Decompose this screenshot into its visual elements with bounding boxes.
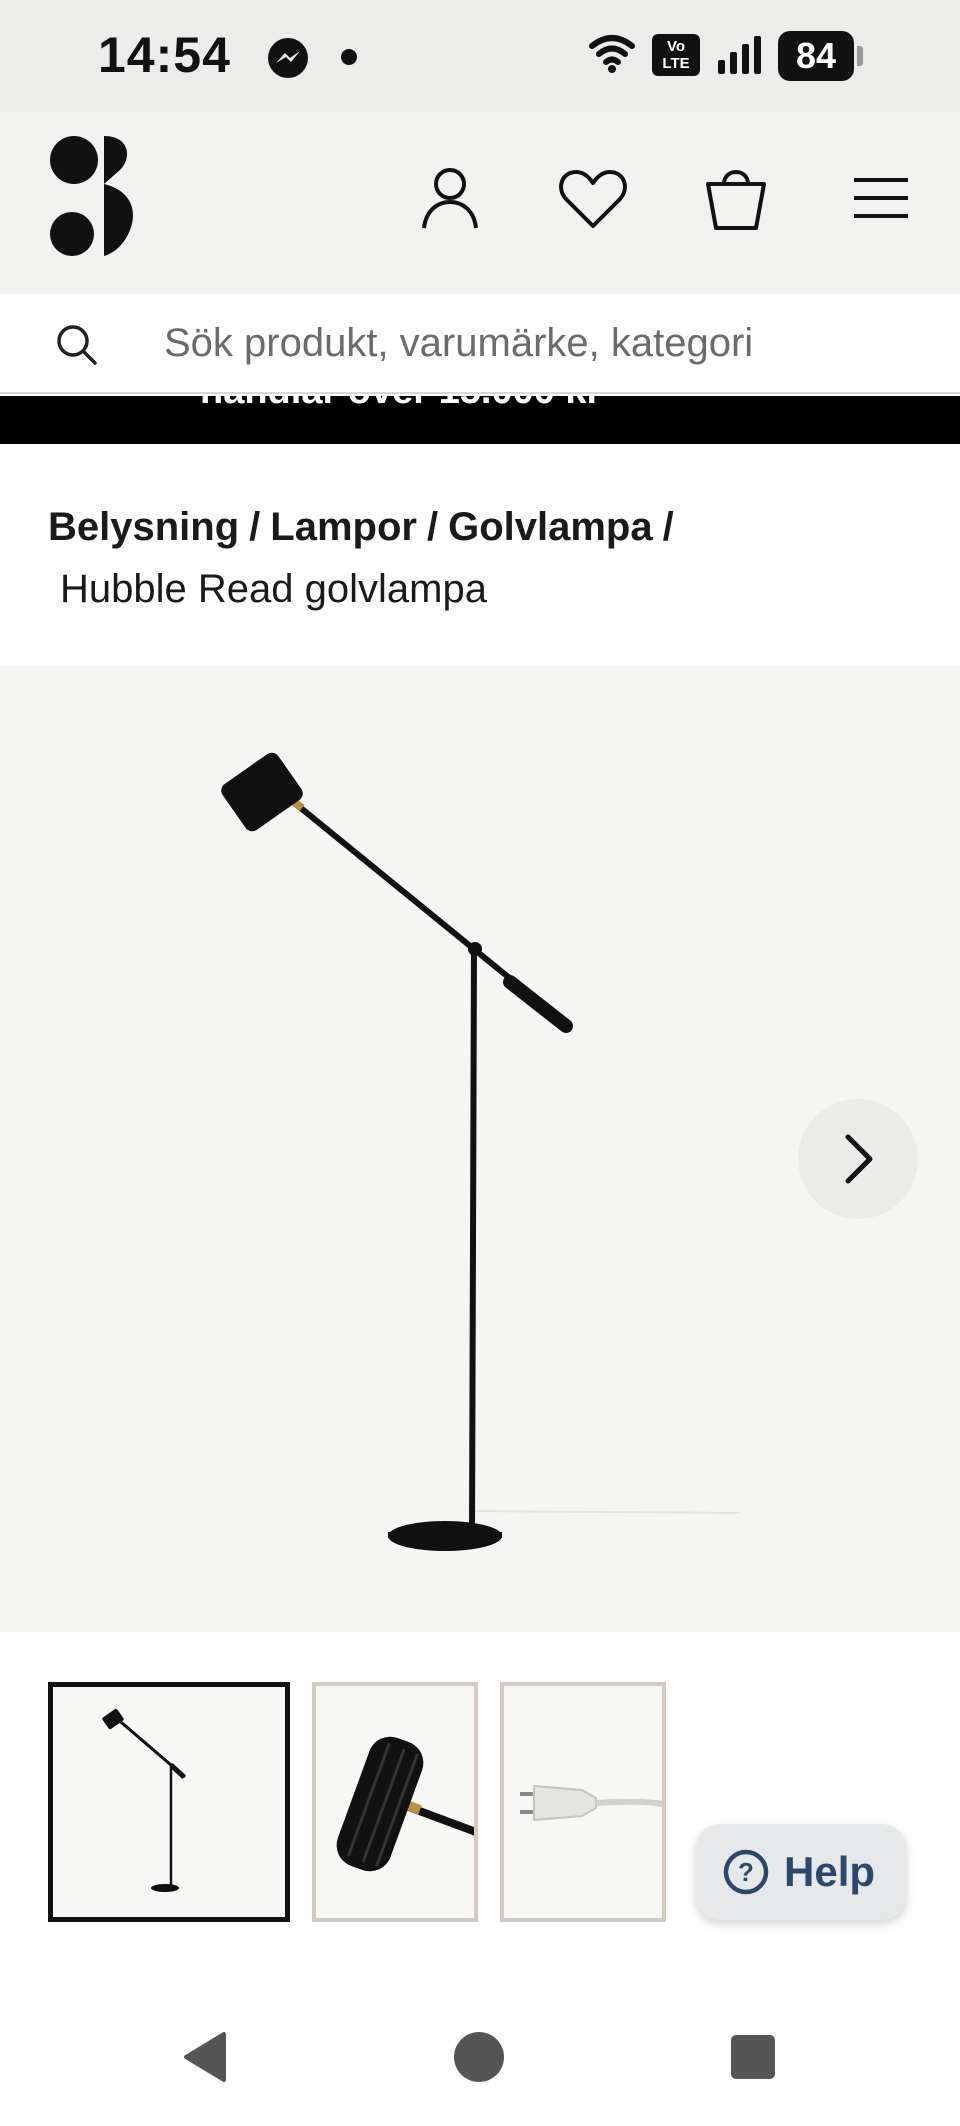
heart-icon[interactable] [558,168,628,230]
breadcrumb-item-belysning[interactable]: Belysning [48,505,239,549]
thumbnail-2[interactable] [312,1682,478,1922]
product-image[interactable] [0,666,960,1632]
search-input[interactable] [164,316,924,370]
battery-icon: 84 [778,31,854,81]
search-icon[interactable] [56,324,98,366]
promo-banner: handlar över 15.000 kr [0,396,960,444]
messenger-icon [268,38,308,78]
help-icon-glyph: ? [738,1857,754,1887]
thumbnail-plug [520,1784,662,1822]
thumbnail-1[interactable] [48,1682,290,1922]
volte-label: Vo LTE [662,38,690,72]
status-time: 14:54 [98,27,231,83]
breadcrumb-separator: / [249,505,261,549]
search-bar [0,294,960,394]
menu-icon[interactable] [852,176,910,220]
signal-icon [718,36,761,74]
help-icon: ? [723,1849,769,1895]
home-icon[interactable] [452,2030,506,2084]
thumbnail-lamp-head [336,1736,474,1872]
volte-icon: Vo LTE [652,34,700,76]
breadcrumb-current: Hubble Read golvlampa [60,567,487,611]
help-button[interactable]: ? Help [696,1824,906,1920]
wifi-icon [589,35,635,73]
cart-icon[interactable] [704,162,768,232]
breadcrumb: Belysning / Lampor / Golvlampa / Hubble Read … [48,496,684,620]
promo-text: handlar över 15.000 kr [200,396,601,413]
site-header [0,112,960,294]
thumbnail-3[interactable] [500,1682,666,1922]
battery-tip [857,46,863,66]
breadcrumb-separator: / [662,505,674,549]
thumbnail-lamp-full [102,1708,186,1892]
status-bar: 14:54 Vo LTE 84 [0,0,960,112]
account-icon[interactable] [420,166,480,232]
battery-level: 84 [795,35,837,76]
back-icon[interactable] [180,2030,228,2084]
help-label: Help [784,1848,876,1895]
system-nav-bar [0,1980,960,2126]
notification-dot-icon [341,49,357,65]
breadcrumb-item-lampor[interactable]: Lampor [270,505,417,549]
recents-icon[interactable] [730,2034,776,2080]
next-image-button[interactable] [798,1099,918,1219]
breadcrumb-item-golvlampa[interactable]: Golvlampa [448,505,653,549]
chevron-right-icon [845,1134,873,1184]
logo[interactable] [46,134,136,258]
breadcrumb-separator: / [426,505,439,549]
